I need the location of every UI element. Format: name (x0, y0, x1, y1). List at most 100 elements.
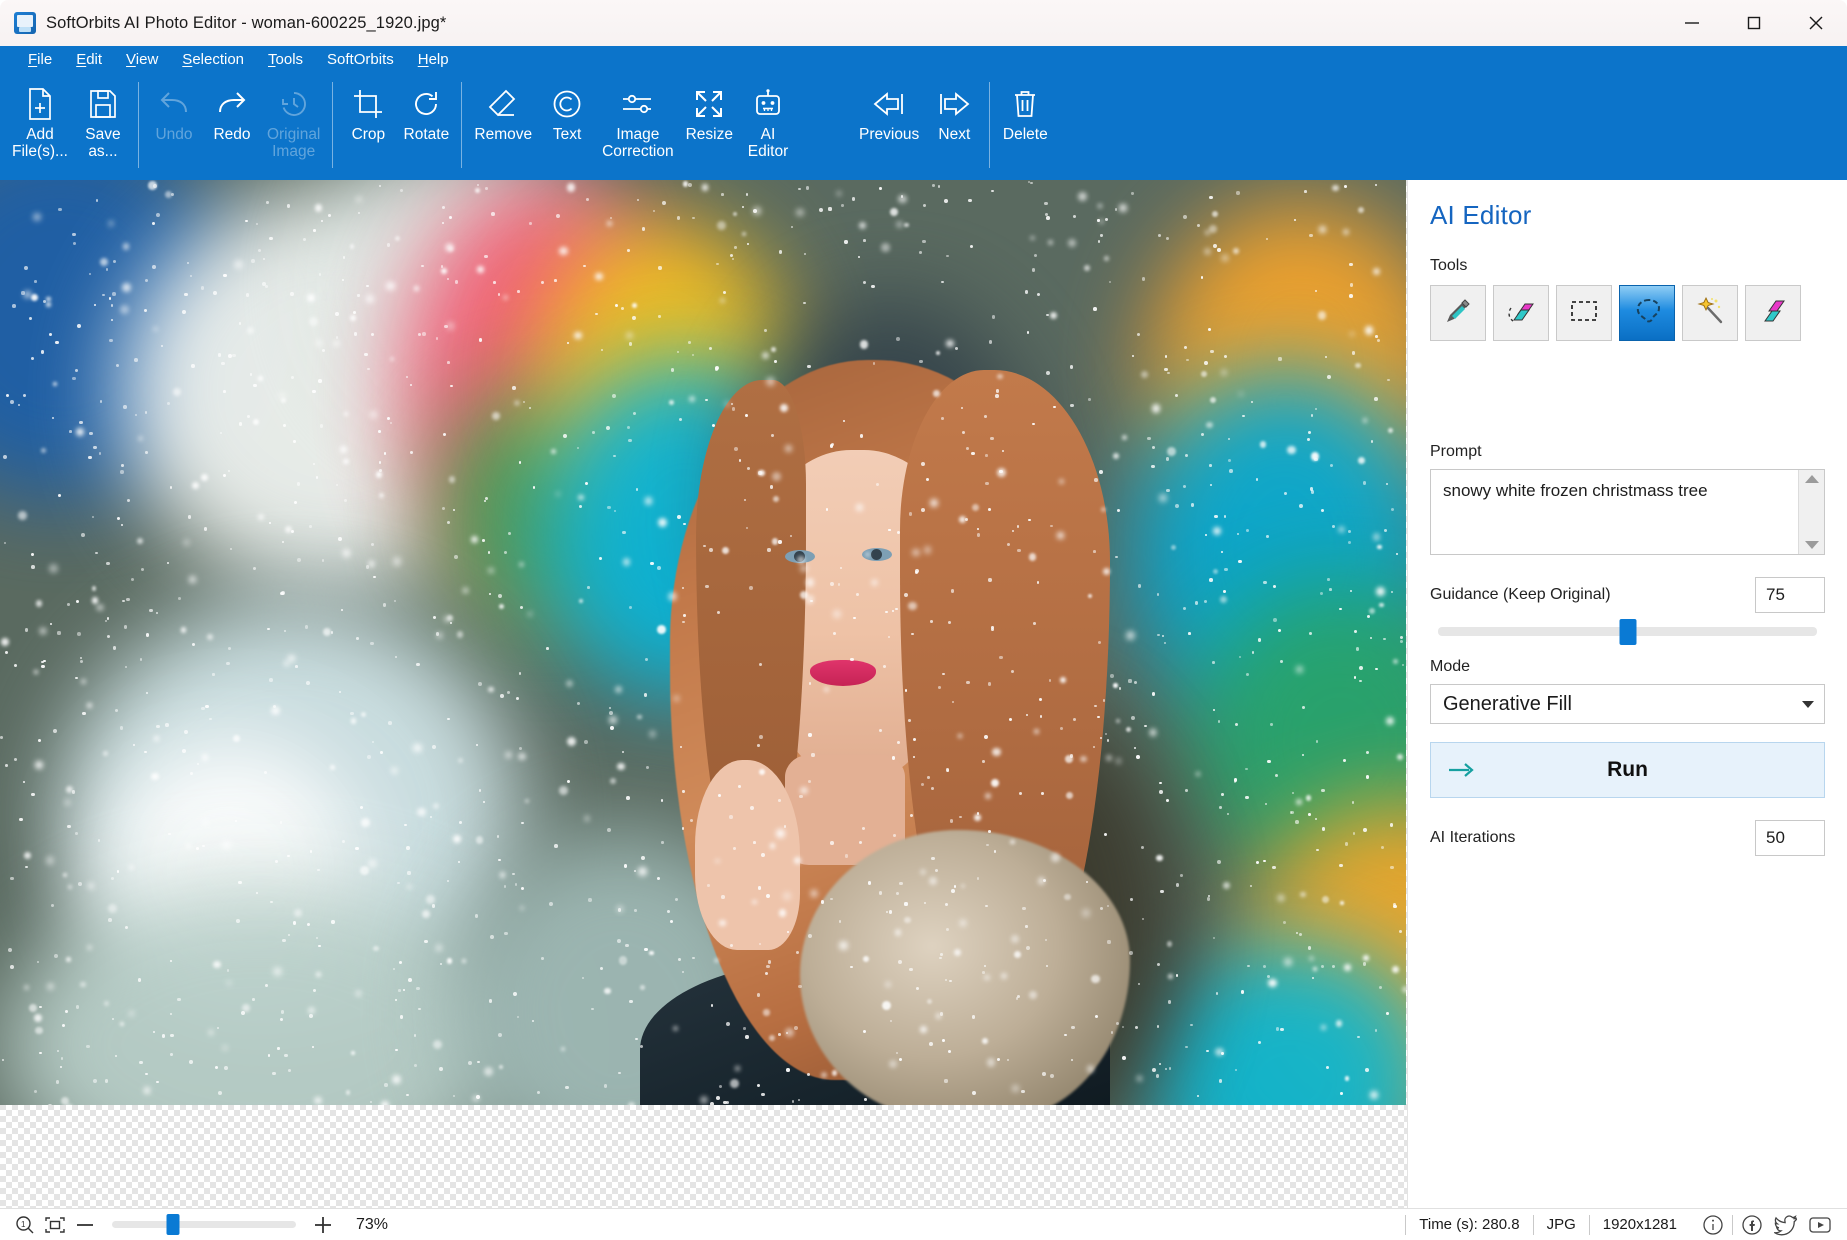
toolbar-undo-button[interactable]: Undo (145, 74, 203, 174)
toolbar-redo-button[interactable]: Redo (203, 74, 261, 174)
rotate-cw-icon (411, 84, 441, 124)
zoom-slider[interactable] (112, 1214, 296, 1235)
close-icon[interactable] (1785, 0, 1847, 46)
tool-brush-button[interactable] (1430, 285, 1486, 341)
menu-bar: FFileile Edit View Selection Tools SoftO… (0, 46, 1847, 74)
toolbar-separator (332, 82, 334, 168)
tools-row (1430, 285, 1825, 341)
menu-item-tools[interactable]: Tools (256, 46, 315, 74)
twitter-bird-icon[interactable] (1769, 1214, 1803, 1236)
rectangle-select-icon (1569, 298, 1599, 329)
toolbar-remove-label: Remove (474, 126, 533, 143)
workspace: AI Editor Tools Prompt snowy white froze… (0, 180, 1847, 1208)
menu-item-edit[interactable]: Edit (64, 46, 114, 74)
app-logo-icon (14, 12, 36, 34)
toolbar-crop-button[interactable]: Crop (339, 74, 397, 174)
toolbar-next-button[interactable]: Next (925, 74, 983, 174)
prompt-input[interactable]: snowy white frozen christmass tree (1431, 470, 1798, 554)
tool-eraser-button[interactable] (1493, 285, 1549, 341)
toolbar-add-files-button[interactable]: Add File(s)... (6, 74, 74, 174)
color-eraser-icon (1506, 296, 1536, 331)
menu-item-view[interactable]: View (114, 46, 170, 74)
window-controls (1661, 0, 1847, 46)
toolbar-rotate-label: Rotate (403, 126, 450, 143)
toolbar-image-correction-button[interactable]: Image Correction (596, 74, 680, 174)
toolbar-delete-button[interactable]: Delete (996, 74, 1054, 174)
toolbar-crop-label: Crop (351, 126, 386, 143)
iterations-row: AI Iterations 50 (1430, 820, 1825, 856)
toolbar-ai-editor-button[interactable]: AI Editor (739, 74, 797, 174)
tool-lasso-button[interactable] (1619, 285, 1675, 341)
window-title: SoftOrbits AI Photo Editor - woman-60022… (46, 13, 447, 32)
menu-item-file[interactable]: FFileile (16, 46, 64, 74)
toolbar-remove-button[interactable]: Remove (468, 74, 538, 174)
minimize-icon[interactable] (1661, 0, 1723, 46)
application-window: SoftOrbits AI Photo Editor - woman-60022… (0, 0, 1847, 1240)
image-dimensions-label: 1920x1281 (1588, 1214, 1690, 1235)
canvas-area[interactable] (0, 180, 1407, 1208)
guidance-label: Guidance (Keep Original) (1430, 586, 1611, 603)
toolbar-save-as-button[interactable]: Save as... (74, 74, 132, 174)
save-disk-icon (88, 84, 118, 124)
guidance-slider[interactable] (1438, 619, 1817, 645)
toolbar-resize-label: Resize (685, 126, 733, 143)
crop-icon (353, 84, 383, 124)
scroll-down-icon[interactable] (1804, 541, 1819, 549)
fit-to-screen-icon[interactable] (40, 1216, 70, 1234)
chevron-down-icon[interactable] (1802, 700, 1814, 708)
plus-icon[interactable] (308, 1215, 338, 1235)
ai-editor-panel: AI Editor Tools Prompt snowy white froze… (1407, 180, 1847, 1208)
menu-item-selection[interactable]: Selection (170, 46, 256, 74)
toolbar-rotate-button[interactable]: Rotate (397, 74, 455, 174)
guidance-slider-thumb[interactable] (1619, 619, 1636, 645)
marker-brush-icon (1443, 296, 1473, 331)
prompt-scrollbar[interactable] (1798, 470, 1824, 554)
run-button[interactable]: Run (1430, 742, 1825, 798)
magnifier-one-icon[interactable]: 1 (10, 1215, 40, 1235)
toolbar-delete-label: Delete (1002, 126, 1048, 143)
gradient-fill-icon (1758, 296, 1788, 331)
status-divider (1732, 1214, 1733, 1235)
iterations-input[interactable]: 50 (1755, 820, 1825, 856)
status-social-icons (1696, 1214, 1837, 1236)
main-toolbar: Add File(s)... Save as... Undo Redo Orig… (0, 74, 1847, 180)
scroll-up-icon[interactable] (1804, 475, 1819, 483)
mode-select[interactable]: Generative Fill (1430, 684, 1825, 724)
prompt-label: Prompt (1430, 443, 1482, 460)
facebook-icon[interactable] (1735, 1214, 1769, 1236)
maximize-icon[interactable] (1723, 0, 1785, 46)
toolbar-previous-button[interactable]: Previous (853, 74, 925, 174)
arrow-left-icon (872, 84, 906, 124)
toolbar-add-files-label: Add File(s)... (12, 126, 68, 160)
zoom-slider-thumb[interactable] (166, 1214, 180, 1235)
status-bar: 1 73% Time (s): 280.8 JPG 1920x1281 (0, 1208, 1847, 1240)
toolbar-original-image-label: Original Image (266, 126, 321, 160)
eraser-icon (487, 84, 519, 124)
toolbar-original-image-button[interactable]: Original Image (261, 74, 326, 174)
info-circle-icon[interactable] (1696, 1214, 1730, 1236)
guidance-value-input[interactable]: 75 (1755, 577, 1825, 613)
minus-icon[interactable] (70, 1219, 100, 1231)
mode-label: Mode (1430, 658, 1471, 675)
menu-item-help[interactable]: Help (406, 46, 461, 74)
run-button-label: Run (1607, 758, 1648, 781)
toolbar-undo-label: Undo (155, 126, 193, 143)
toolbar-next-label: Next (938, 126, 971, 143)
toolbar-save-as-label: Save as... (85, 126, 121, 160)
image-canvas[interactable] (0, 180, 1406, 1105)
lasso-select-icon (1632, 296, 1662, 331)
tool-rect-select-button[interactable] (1556, 285, 1612, 341)
sliders-icon (621, 84, 655, 124)
toolbar-text-button[interactable]: Text (538, 74, 596, 174)
prompt-field[interactable]: snowy white frozen christmass tree (1430, 469, 1825, 555)
arrow-right-run-icon (1447, 761, 1477, 779)
expand-arrows-icon (694, 84, 724, 124)
menu-item-softorbits[interactable]: SoftOrbits (315, 46, 406, 74)
copyright-icon (552, 84, 582, 124)
toolbar-image-correction-label: Image Correction (602, 126, 674, 160)
tool-magic-wand-button[interactable] (1682, 285, 1738, 341)
toolbar-resize-button[interactable]: Resize (680, 74, 739, 174)
redo-arrow-icon (215, 84, 249, 124)
tool-fill-button[interactable] (1745, 285, 1801, 341)
youtube-icon[interactable] (1803, 1215, 1837, 1235)
